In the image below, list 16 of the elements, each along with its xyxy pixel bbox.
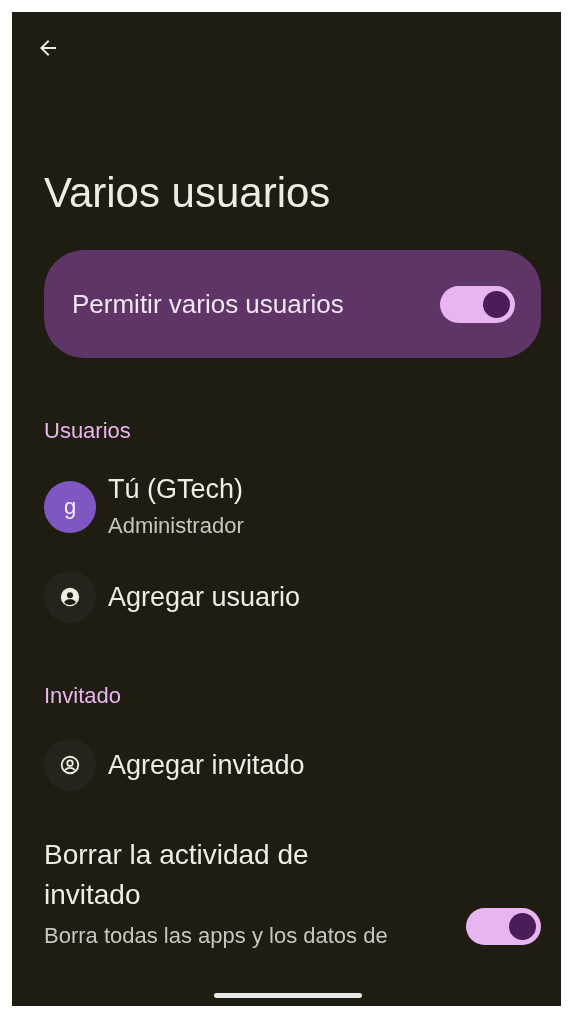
account-circle-icon <box>59 586 81 609</box>
user-name[interactable]: Tú (GTech) <box>108 474 244 506</box>
toggle-label: Permitir varios usuarios <box>72 288 344 320</box>
page-title: Varios usuarios <box>44 168 332 218</box>
setting-description: Borra todas las apps y los datos de <box>44 923 388 950</box>
section-header: Usuarios <box>44 418 132 445</box>
action-item[interactable]: Agregar invitado <box>108 749 305 781</box>
section-header: Invitado <box>44 683 123 710</box>
user-role: Administrador <box>108 513 244 540</box>
account-circle-icon <box>59 754 81 777</box>
toggle-switch[interactable] <box>466 908 541 946</box>
action-item[interactable]: Agregar usuario <box>108 581 301 613</box>
toggle-card[interactable]: Permitir varios usuarios <box>44 250 541 359</box>
toggle-switch[interactable] <box>440 285 515 323</box>
avatar: g <box>44 480 96 533</box>
setting-title: Borrar la actividad de invitado <box>44 838 310 913</box>
